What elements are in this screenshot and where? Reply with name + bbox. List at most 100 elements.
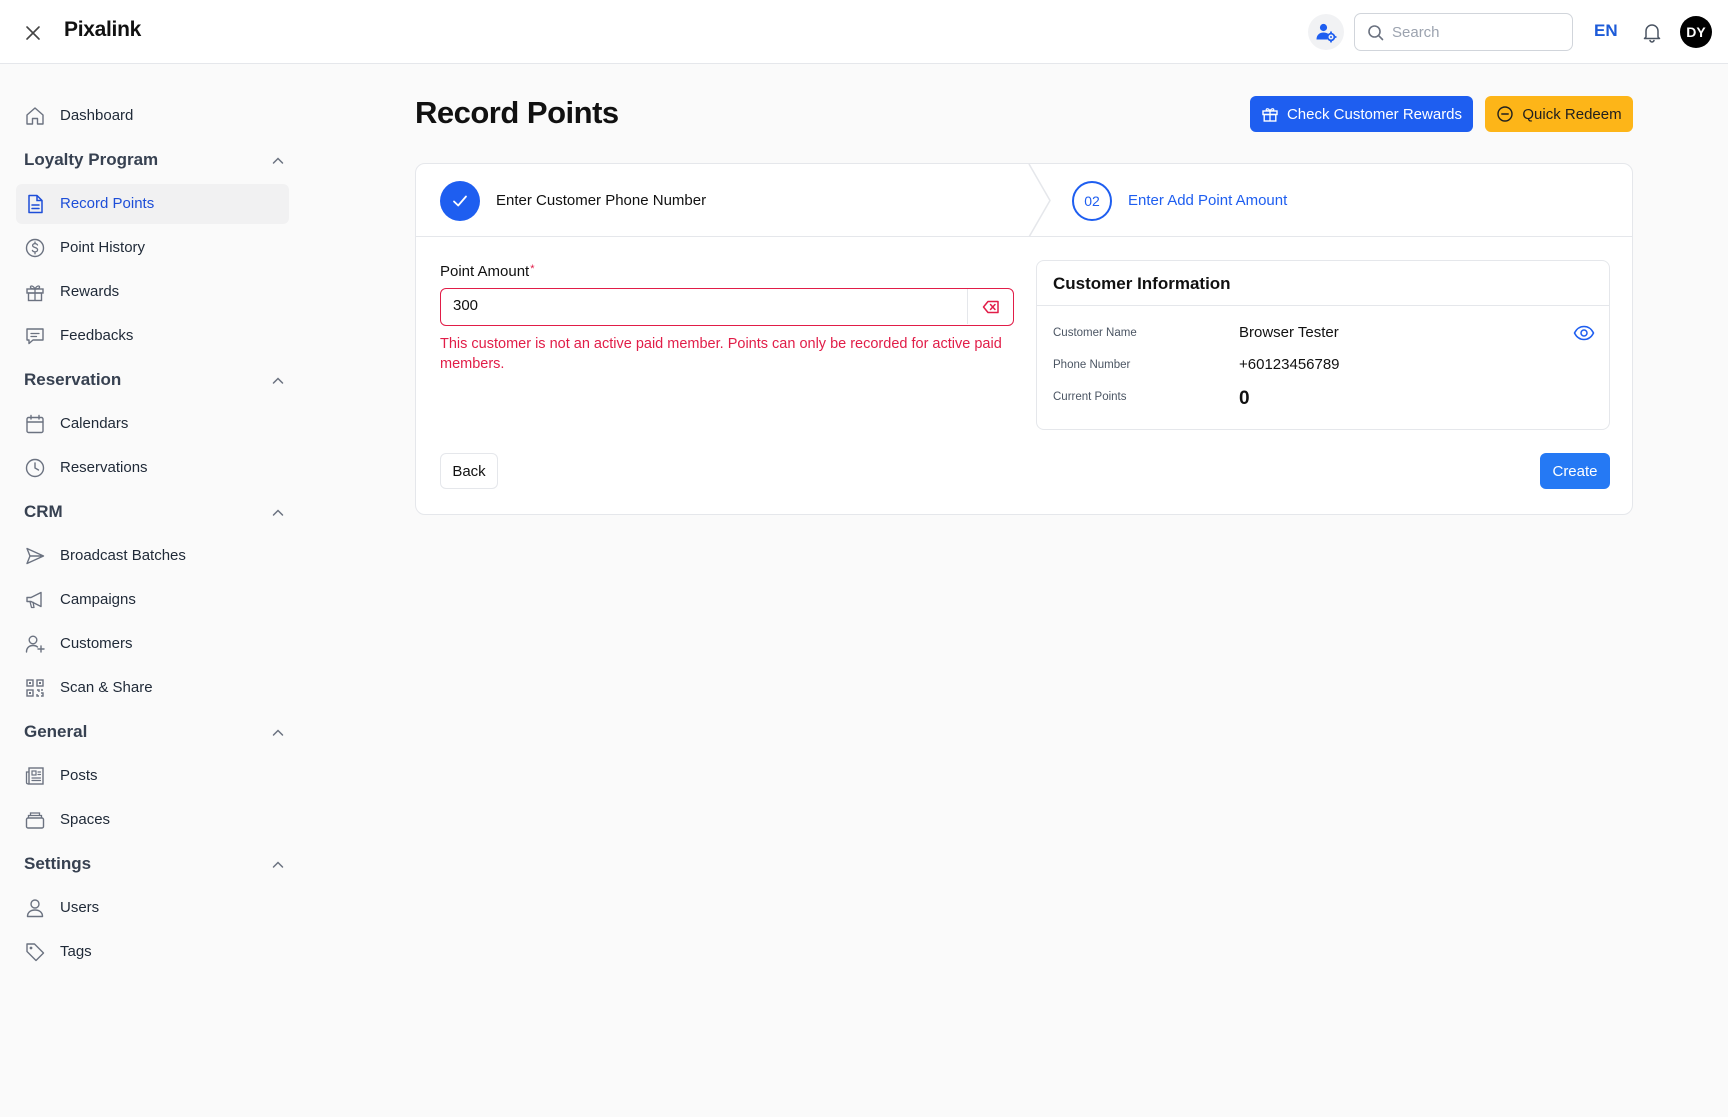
sidebar-item-spaces[interactable]: Spaces [16,800,289,840]
sidebar-item-broadcast-batches[interactable]: Broadcast Batches [16,536,289,576]
sidebar-item-feedbacks[interactable]: Feedbacks [16,316,289,356]
user-plus-icon [25,635,45,653]
backspace-icon [982,300,999,313]
section-title: Reservation [24,370,122,389]
sidebar-item-label: Calendars [60,415,129,432]
top-bar: Pixalink EN DY [0,0,1728,64]
sidebar-item-point-history[interactable]: Point History [16,228,289,268]
point-amount-field [440,288,1014,326]
search-input[interactable] [1392,23,1552,41]
customer-name-label: Customer Name [1053,327,1137,339]
sidebar-item-customers[interactable]: Customers [16,624,289,664]
gift-icon [26,285,44,302]
search-icon [1368,24,1384,40]
sidebar-item-label: Posts [60,767,98,784]
required-mark: * [530,263,535,275]
sidebar-item-label: Feedbacks [60,327,134,344]
back-button[interactable]: Back [440,453,498,489]
current-points-label: Current Points [1053,391,1127,403]
step-2-label: Enter Add Point Amount [1128,192,1288,209]
minus-circle-icon [1497,106,1514,122]
section-title: General [24,722,88,741]
sidebar-item-label: Campaigns [60,591,136,608]
clear-input-button[interactable] [967,289,1013,324]
phone-number-value: +60123456789 [1239,356,1340,373]
chevron-up-icon [272,377,284,384]
search-box [1354,13,1573,51]
phone-number-label: Phone Number [1053,359,1131,371]
language-selector[interactable]: EN [1594,21,1618,41]
customer-info-header: Customer Information [1037,261,1609,306]
customer-info-title: Customer Information [1053,274,1231,293]
step-1-label: Enter Customer Phone Number [496,192,707,209]
sidebar-item-campaigns[interactable]: Campaigns [16,580,289,620]
qr-code-icon [26,679,44,697]
check-customer-rewards-button[interactable]: Check Customer Rewards [1250,96,1473,132]
bell-icon[interactable] [1640,20,1664,44]
check-icon [453,195,467,207]
page-title: Record Points [415,95,619,130]
section-reservation[interactable]: Reservation [24,366,286,396]
point-amount-label: Point Amount* [440,263,535,280]
chevron-up-icon [272,861,284,868]
user-settings-icon[interactable] [1308,14,1344,50]
sidebar-item-label: Scan & Share [60,679,153,696]
sidebar-item-label: Point History [60,239,146,256]
sidebar-item-scan-share[interactable]: Scan & Share [16,668,289,708]
quick-redeem-button[interactable]: Quick Redeem [1485,96,1633,132]
customer-name-value: Browser Tester [1239,324,1339,341]
sidebar-item-label: Customers [60,635,133,652]
quick-redeem-label: Quick Redeem [1522,105,1622,123]
record-points-card: Enter Customer Phone Number 02 Enter Add… [415,163,1633,515]
calendar-icon [26,414,44,434]
sidebar-item-label: Spaces [60,811,111,828]
section-general[interactable]: General [24,718,286,748]
sidebar-item-tags[interactable]: Tags [16,932,289,972]
sidebar-item-users[interactable]: Users [16,888,289,928]
sidebar-item-label: Rewards [60,283,120,300]
megaphone-icon [26,591,42,609]
sidebar-item-reservations[interactable]: Reservations [16,448,289,488]
error-message: This customer is not an active paid memb… [440,336,1002,372]
sidebar-item-dashboard[interactable]: Dashboard [16,96,289,136]
check-customer-rewards-label: Check Customer Rewards [1286,105,1463,123]
section-crm[interactable]: CRM [24,498,286,528]
user-icon [26,899,44,918]
app-title: Pixalink [64,18,141,41]
sidebar-item-record-points[interactable]: Record Points [16,184,289,224]
close-icon[interactable] [20,20,46,46]
sidebar-item-calendars[interactable]: Calendars [16,404,289,444]
sidebar-item-label: Tags [60,943,92,960]
create-button[interactable]: Create [1540,453,1610,489]
document-icon [28,194,43,214]
section-title: Loyalty Program [24,150,159,169]
point-amount-input[interactable] [453,297,953,314]
step-complete-indicator [440,181,480,221]
chevron-up-icon [272,157,284,164]
chat-icon [26,328,44,345]
sidebar-item-rewards[interactable]: Rewards [16,272,289,312]
current-points-value: 0 [1239,388,1250,409]
eye-icon[interactable] [1573,322,1595,344]
section-title: CRM [24,502,63,521]
sidebar-item-posts[interactable]: Posts [16,756,289,796]
clock-icon [25,458,45,478]
section-title: Settings [24,854,92,873]
layers-icon [25,812,45,829]
avatar[interactable]: DY [1680,16,1712,48]
customer-information-panel: Customer Information Customer Name Brows… [1036,260,1610,430]
tag-icon [26,943,45,962]
send-icon [26,547,45,565]
stepper: Enter Customer Phone Number 02 Enter Add… [416,164,1632,237]
gift-icon [1262,108,1278,122]
section-settings[interactable]: Settings [24,850,286,880]
sidebar-item-label: Record Points [60,195,155,212]
sidebar-item-label: Reservations [60,459,148,476]
sidebar-item-label: Broadcast Batches [60,547,186,564]
chevron-up-icon [272,729,284,736]
section-loyalty-program[interactable]: Loyalty Program [24,146,286,176]
sidebar: Dashboard Loyalty Program Record Points … [0,64,300,1117]
newspaper-icon [25,767,44,785]
sidebar-item-label: Users [60,899,100,916]
sidebar-item-label: Dashboard [60,107,134,124]
